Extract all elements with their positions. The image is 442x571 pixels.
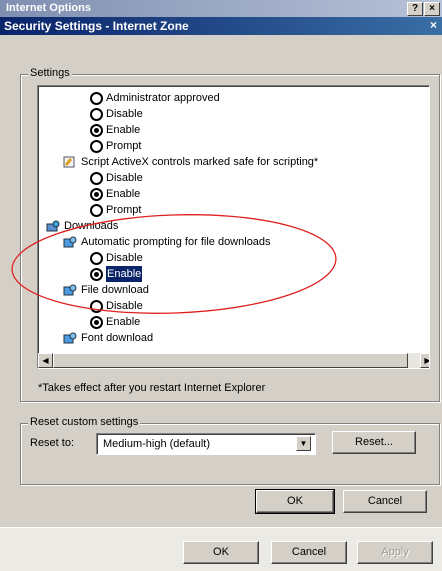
outer-cancel-button[interactable]: Cancel [271,541,347,564]
outer-ok-button[interactable]: OK [183,541,259,564]
reset-button[interactable]: Reset... [332,431,416,454]
dialog-cancel-button[interactable]: Cancel [343,490,427,513]
reset-level-select[interactable]: Medium-high (default) ▼ [96,433,316,455]
outer-apply-button: Apply [357,541,433,564]
reset-level-value: Medium-high (default) [103,438,210,450]
chevron-down-icon[interactable]: ▼ [296,436,311,451]
reset-group-label: Reset custom settings [28,416,141,428]
reset-to-label: Reset to: [30,437,75,449]
dialog-ok-button[interactable]: OK [255,489,335,514]
